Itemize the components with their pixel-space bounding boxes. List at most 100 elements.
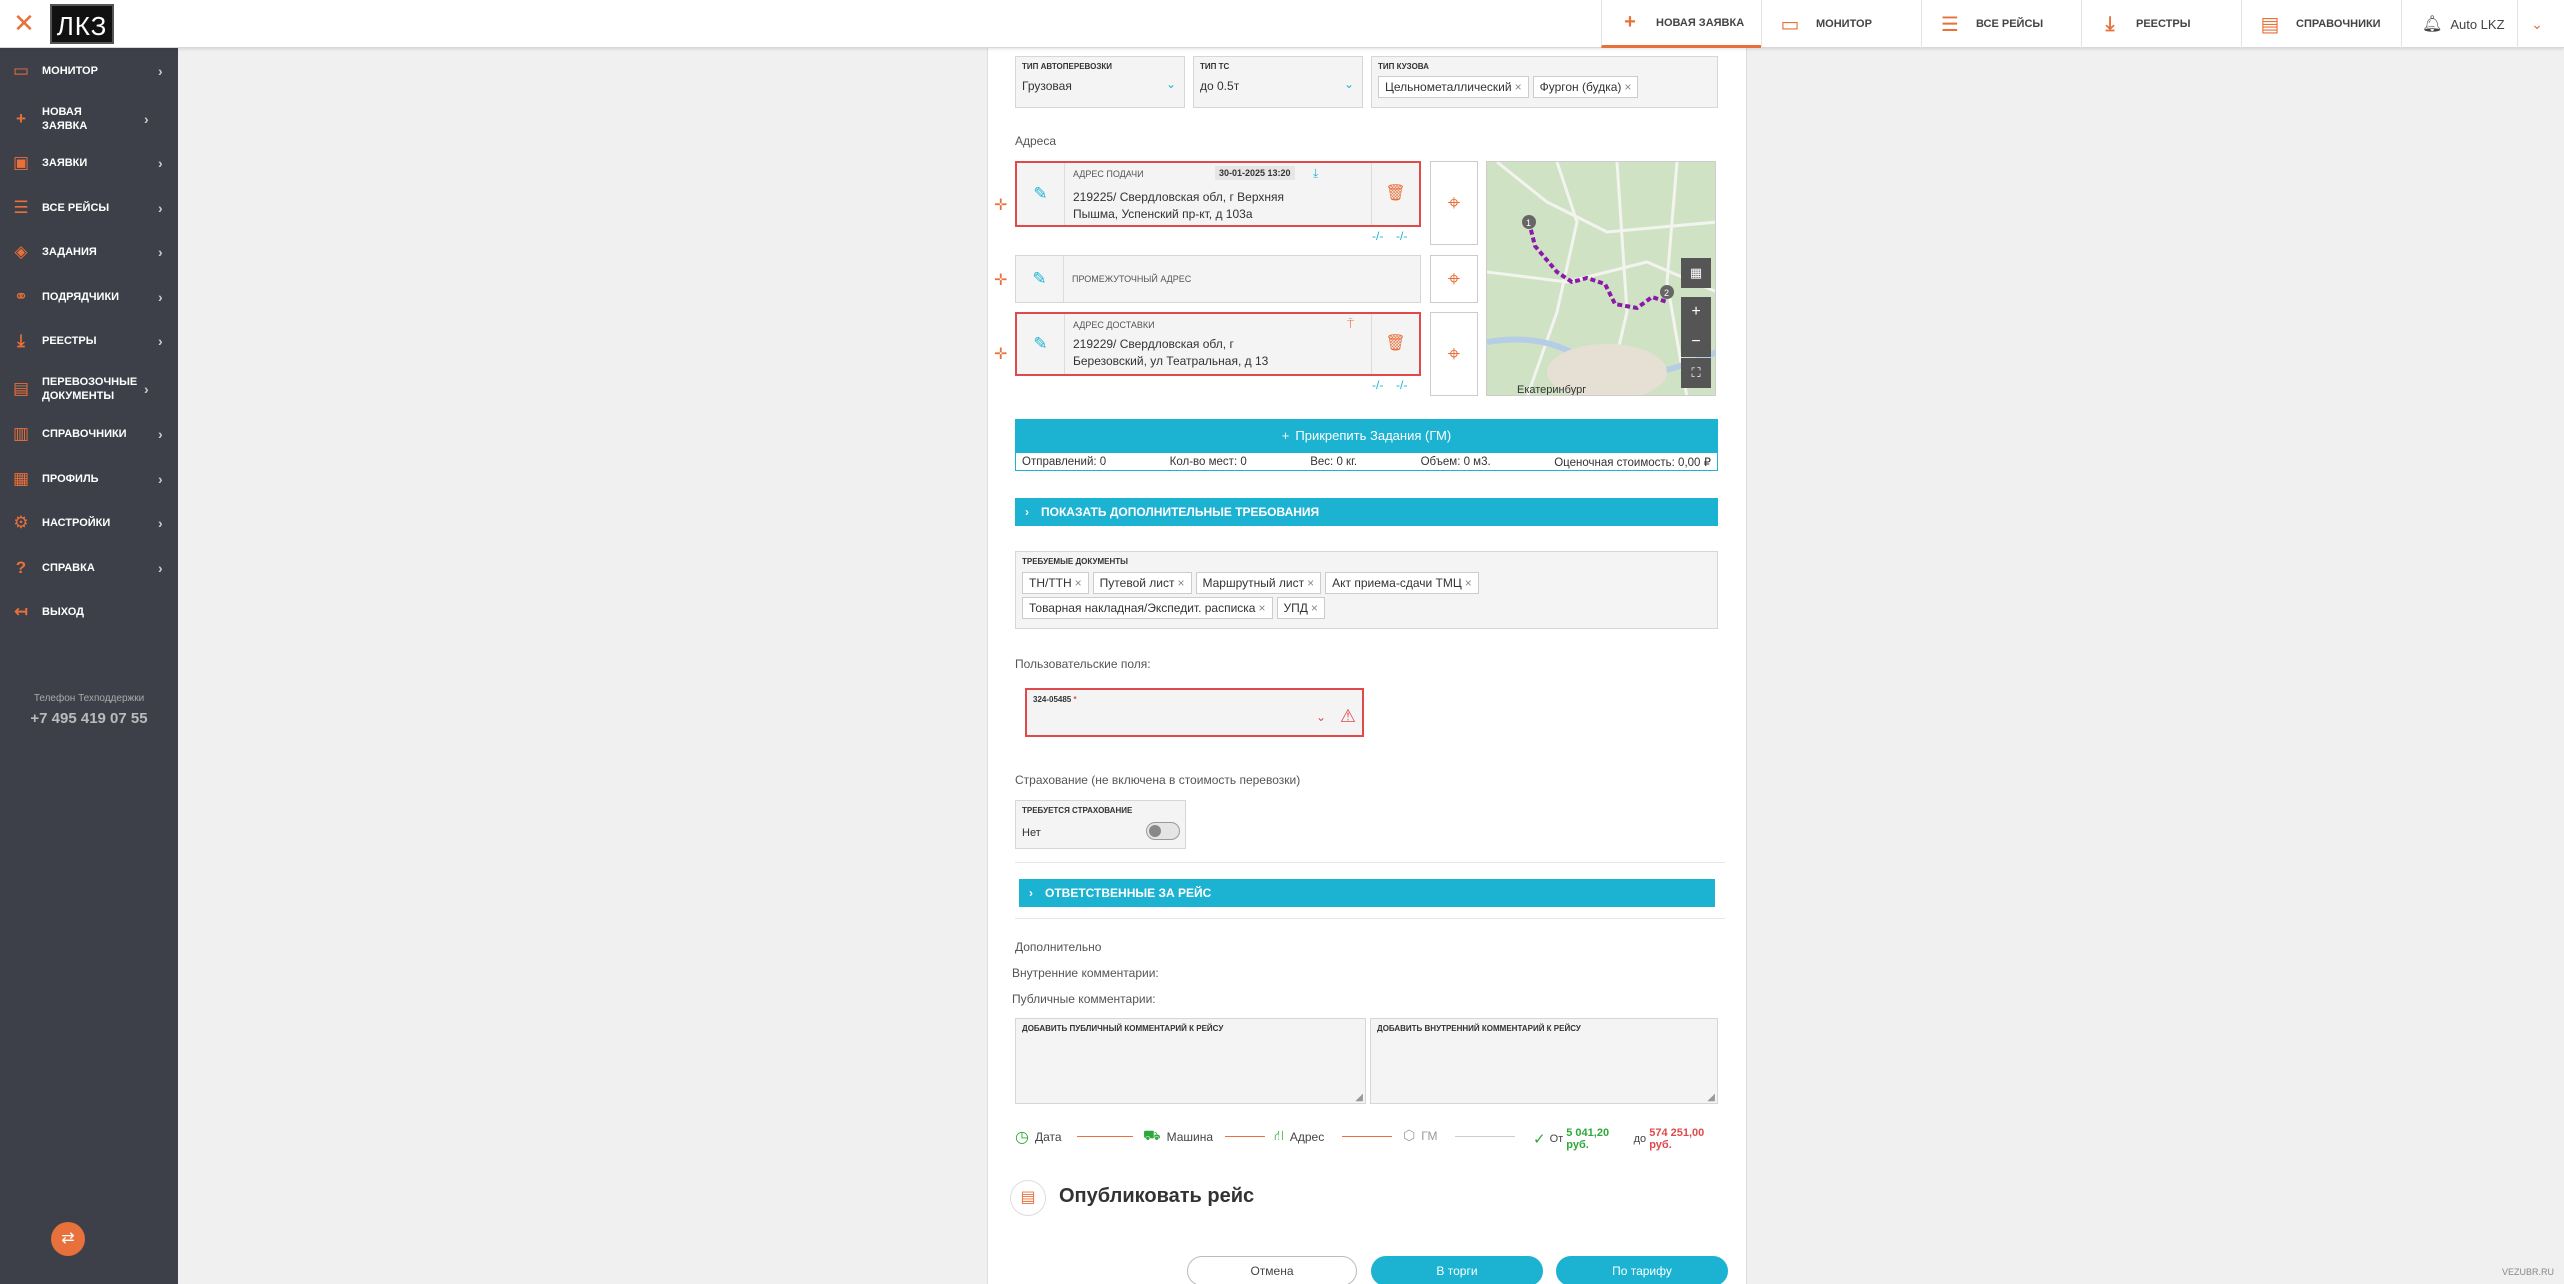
responsible-accordion[interactable]: › ОТВЕТСТВЕННЫЕ ЗА РЕЙС (1019, 879, 1715, 907)
close-icon[interactable]: ✕ (8, 8, 40, 40)
map-pin-icon[interactable]: ⌖ (1430, 312, 1478, 396)
chip[interactable]: Маршрутный лист × (1195, 572, 1322, 594)
step-car: ⛟ Машина (1143, 1127, 1213, 1146)
chip[interactable]: Фургон (будка) × (1532, 76, 1639, 98)
chip[interactable]: Путевой лист × (1092, 572, 1192, 594)
sidebar-item-tasks[interactable]: ◈ ЗАДАНИЯ › (0, 241, 178, 263)
pin-top-icon[interactable]: ⍑ (1347, 317, 1354, 332)
internal-comment-textarea[interactable]: ДОБАВИТЬ ВНУТРЕННИЙ КОММЕНТАРИЙ К РЕЙСУ … (1370, 1018, 1718, 1104)
edit-icon[interactable]: ✎ (1016, 256, 1064, 302)
close-icon[interactable]: × (1465, 576, 1472, 590)
body-type-select[interactable]: ТИП КУЗОВА Цельнометаллический × Фургон (б… (1371, 56, 1718, 108)
tab-directories[interactable]: ▤ СПРАВОЧНИКИ (2241, 0, 2401, 48)
slash-toggle[interactable]: -/- (1372, 378, 1383, 392)
close-icon[interactable]: × (1311, 601, 1318, 615)
map-pin-icon[interactable]: ⌖ (1430, 161, 1478, 245)
vehicle-type-select[interactable]: ТИП ТС до 0.5т ⌄ (1193, 56, 1363, 108)
sidebar-item-transport-docs[interactable]: ▤ ПЕРЕВОЗОЧНЫЕ ДОКУМЕНТЫ › (0, 373, 178, 405)
addresses-title: Адреса (1015, 134, 1057, 148)
required-documents-field[interactable]: ТРЕБУЕМЫЕ ДОКУМЕНТЫ ТН/ТТН × Путевой лист ×… (1015, 551, 1718, 629)
tab-monitor[interactable]: ▭ МОНИТОР (1761, 0, 1921, 48)
chevron-down-icon[interactable]: ⌄ (2516, 0, 2557, 48)
close-icon[interactable]: × (1177, 576, 1184, 590)
cancel-button[interactable]: Отмена (1187, 1256, 1357, 1284)
show-requirements-accordion[interactable]: › ПОКАЗАТЬ ДОПОЛНИТЕЛЬНЫЕ ТРЕБОВАНИЯ (1015, 498, 1718, 526)
close-icon[interactable]: × (1624, 80, 1631, 94)
download-icon: ⤓ (17, 331, 25, 350)
chip[interactable]: Товарная накладная/Экспедит. расписка × (1022, 597, 1273, 619)
tab-registries[interactable]: ⤓ РЕЕСТРЫ (2081, 0, 2241, 48)
bell-icon[interactable]: 🔔︎ (2422, 14, 2442, 34)
sidebar-item-settings[interactable]: ⚙ НАСТРОЙКИ › (0, 512, 178, 534)
sidebar-item-monitor[interactable]: ▭ МОНИТОР › (0, 60, 178, 82)
edit-icon[interactable]: ✎ (1017, 314, 1065, 374)
sidebar-item-all-trips[interactable]: ☰ ВСЕ РЕЙСЫ › (0, 197, 178, 219)
tab-new-request[interactable]: + НОВАЯ ЗАЯВКА (1601, 0, 1761, 48)
close-icon[interactable]: × (1307, 576, 1314, 590)
close-icon[interactable]: × (1075, 576, 1082, 590)
chip[interactable]: Акт приема-сдачи ТМЦ × (1325, 572, 1479, 594)
sidebar-item-contractors[interactable]: ⚭ ПОДРЯДЧИКИ › (0, 286, 178, 308)
attach-tasks-button[interactable]: + Прикрепить Задания (ГМ) (1015, 419, 1718, 452)
step-connector (1342, 1136, 1392, 1137)
map-layers-icon[interactable]: ▦ (1681, 258, 1711, 288)
route-map[interactable]: 1 2 Екатеринбург ▦ + − ⛶ (1486, 161, 1716, 396)
slash-toggle[interactable]: -/- (1372, 229, 1383, 243)
user-menu[interactable]: 🔔︎ Auto LKZ ⌄ (2401, 0, 2564, 48)
logo[interactable]: ЛКЗ (50, 4, 114, 44)
trash-icon[interactable]: 🗑︎ (1371, 163, 1419, 225)
stat-volume: Объем: 0 м3. (1420, 455, 1491, 468)
sidebar-item-label: НАСТРОЙКИ (42, 517, 111, 529)
chip[interactable]: ТН/ТТН × (1022, 572, 1089, 594)
pickup-address-field[interactable]: ✎ АДРЕС ПОДАЧИ 30-01-2025 13:20 ⤓ 219225… (1015, 161, 1421, 227)
insurance-toggle[interactable] (1146, 822, 1180, 840)
sidebar-item-directories[interactable]: ▥ СПРАВОЧНИКИ › (0, 423, 178, 445)
close-icon[interactable]: × (1258, 601, 1265, 615)
tab-all-trips[interactable]: ☰ ВСЕ РЕЙСЫ (1921, 0, 2081, 48)
slash-toggle[interactable]: -/- (1396, 229, 1407, 243)
delivery-address-field[interactable]: ✎ АДРЕС ДОСТАВКИ ⍑ 219229/ Свердловская … (1015, 312, 1421, 376)
public-comment-textarea[interactable]: ДОБАВИТЬ ПУБЛИЧНЫЙ КОММЕНТАРИЙ К РЕЙСУ ◢ (1015, 1018, 1366, 1104)
close-icon[interactable]: × (1515, 80, 1522, 94)
sidebar-item-label: ВЫХОД (42, 606, 85, 618)
list-icon: ☰ (1941, 13, 1959, 36)
sidebar-item-new-request[interactable]: + НОВАЯ ЗАЯВКА › (0, 103, 178, 135)
sidebar-item-label: ПЕРЕВОЗОЧНЫЕ ДОКУМЕНТЫ (42, 376, 138, 402)
tab-label: НОВАЯ ЗАЯВКА (1656, 16, 1745, 29)
sidebar-item-label: ВСЕ РЕЙСЫ (42, 202, 110, 214)
transport-type-select[interactable]: ТИП АВТОПЕРЕВОЗКИ Грузовая ⌄ (1015, 56, 1185, 108)
price-to-label: до (1633, 1133, 1647, 1145)
resize-handle-icon[interactable]: ◢ (1707, 1092, 1715, 1103)
sidebar-item-requests[interactable]: ▣ ЗАЯВКИ › (0, 152, 178, 174)
tender-button[interactable]: В торги (1371, 1256, 1543, 1284)
slash-toggle[interactable]: -/- (1396, 378, 1407, 392)
chip[interactable]: УПД × (1276, 597, 1325, 619)
chat-fab-button[interactable]: ⇄ (51, 1222, 85, 1256)
chip-label: Акт приема-сдачи ТМЦ (1332, 576, 1462, 590)
custom-field-select[interactable]: 324-05485 * ⌄ ⚠ (1025, 688, 1364, 737)
step-connector (1077, 1136, 1133, 1137)
sidebar-item-registries[interactable]: ⤓ РЕЕСТРЫ › (0, 330, 178, 352)
field-label: АДРЕС ПОДАЧИ (1073, 169, 1144, 179)
pickup-datetime[interactable]: 30-01-2025 13:20 (1215, 166, 1295, 180)
divider (1015, 862, 1725, 863)
drag-handle-icon[interactable]: ✛ (994, 195, 1007, 215)
trash-icon[interactable]: 🗑︎ (1371, 314, 1419, 374)
zoom-out-icon[interactable]: − (1681, 327, 1711, 357)
edit-icon[interactable]: ✎ (1017, 163, 1065, 225)
sidebar-item-logout[interactable]: ↤ ВЫХОД (0, 601, 178, 623)
drag-handle-icon[interactable]: ✛ (994, 270, 1007, 290)
intermediate-address-field[interactable]: ✎ ПРОМЕЖУТОЧНЫЙ АДРЕС (1015, 255, 1421, 303)
chip[interactable]: Цельнометаллический × (1378, 76, 1529, 98)
fullscreen-icon[interactable]: ⛶ (1681, 358, 1711, 388)
chevron-down-icon: ⌄ (1343, 77, 1354, 91)
download-icon[interactable]: ⤓ (1313, 166, 1318, 181)
sidebar-item-profile[interactable]: ▦ ПРОФИЛЬ › (0, 468, 178, 490)
resize-handle-icon[interactable]: ◢ (1355, 1092, 1363, 1103)
tariff-button[interactable]: По тарифу (1556, 1256, 1728, 1284)
map-pin-icon[interactable]: ⌖ (1430, 255, 1478, 303)
drag-handle-icon[interactable]: ✛ (994, 344, 1007, 364)
sidebar-item-help[interactable]: ? СПРАВКА › (0, 557, 178, 579)
sidebar-item-label: ПОДРЯДЧИКИ (42, 291, 120, 303)
zoom-in-icon[interactable]: + (1681, 297, 1711, 327)
